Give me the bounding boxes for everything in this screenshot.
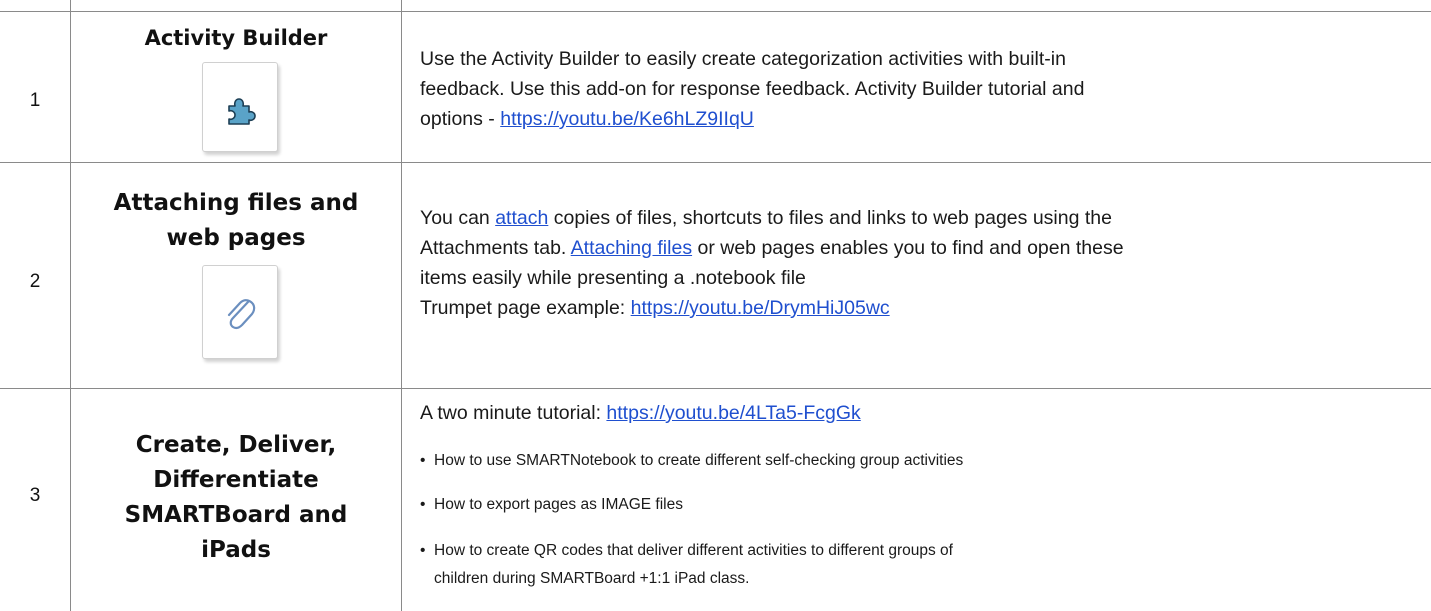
attach-link[interactable]: attach: [495, 207, 548, 229]
row-title: Activity Builder: [144, 26, 328, 50]
row-number: 2: [29, 271, 41, 292]
attachments-icon-button[interactable]: [202, 265, 278, 359]
row-divider-2: [0, 388, 1431, 389]
trumpet-example-link[interactable]: https://youtu.be/DrymHiJ05wc: [631, 297, 890, 319]
row-title: Attaching files and web pages: [113, 190, 359, 251]
row-number: 3: [29, 485, 41, 506]
paperclip-icon: [227, 299, 256, 330]
content-table: 1 Activity Builder Use the Activity Buil…: [0, 0, 1431, 611]
attaching-files-link[interactable]: Attaching files: [571, 237, 692, 259]
two-minute-tutorial-link[interactable]: https://youtu.be/4LTa5-FcgGk: [606, 402, 860, 424]
row-description: Use the Activity Builder to easily creat…: [420, 48, 1085, 130]
column-divider-2: [401, 0, 402, 611]
puzzle-piece-icon: [228, 98, 256, 125]
list-item: • How to create QR codes that deliver dif…: [420, 542, 953, 587]
table-border-top: [0, 11, 1431, 12]
tutorial-link[interactable]: https://youtu.be/Ke6hLZ9IIqU: [500, 108, 754, 130]
row-title: Create, Deliver, Differentiate SMARTBoar…: [124, 432, 348, 563]
list-item: • How to use SMARTNotebook to create diff…: [420, 452, 964, 469]
row-number: 1: [29, 90, 41, 111]
row-description: You can attach copies of files, shortcut…: [420, 207, 1124, 319]
list-item: • How to export pages as IMAGE files: [420, 496, 683, 513]
row-divider-1: [0, 162, 1431, 163]
row-description-intro: A two minute tutorial: https://youtu.be/…: [420, 402, 861, 424]
activity-builder-icon-button[interactable]: [202, 62, 278, 152]
